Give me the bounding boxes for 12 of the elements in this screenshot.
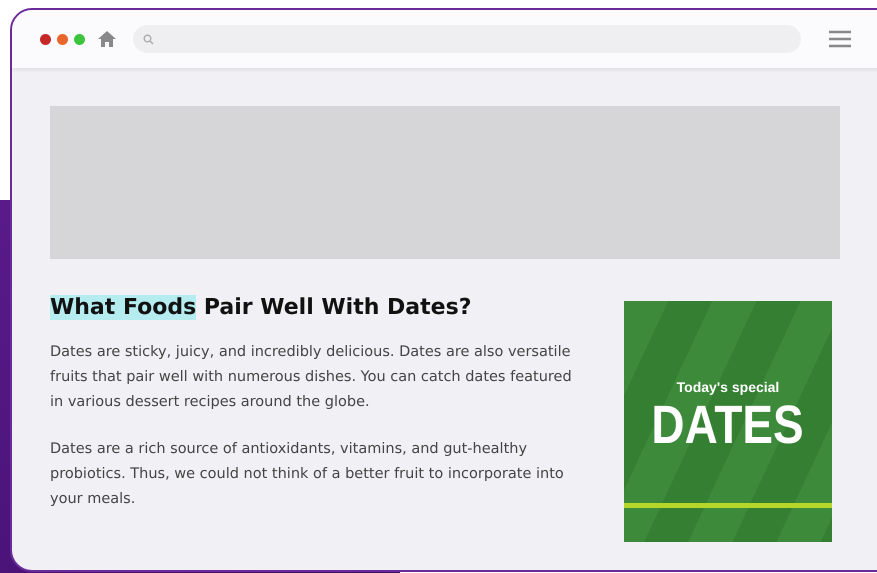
article-heading: What Foods Pair Well With Dates? xyxy=(50,294,472,322)
article-paragraph: Dates are sticky, juicy, and incredibly delicious. Dates are also versatile fruits that pair well with numerous dishes. You can catch dates featured in various dessert recipes around the globe. xyxy=(50,343,573,412)
search-field[interactable] xyxy=(133,25,801,53)
promo-title: DATES xyxy=(652,395,804,455)
window-control-dot[interactable] xyxy=(40,34,51,44)
promo-subtitle: Today's special xyxy=(676,379,780,395)
window-control-dot[interactable] xyxy=(74,34,85,44)
home-icon[interactable] xyxy=(97,29,117,49)
article-paragraph: Dates are a rich source of antioxidants, vitamins, and gut-healthy probiotics. Thus, we could not think of a better fruit to incorporate into your meals. xyxy=(50,440,565,509)
window-control-dot[interactable] xyxy=(57,34,68,44)
search-icon xyxy=(143,34,154,44)
menu-icon[interactable] xyxy=(829,30,851,48)
